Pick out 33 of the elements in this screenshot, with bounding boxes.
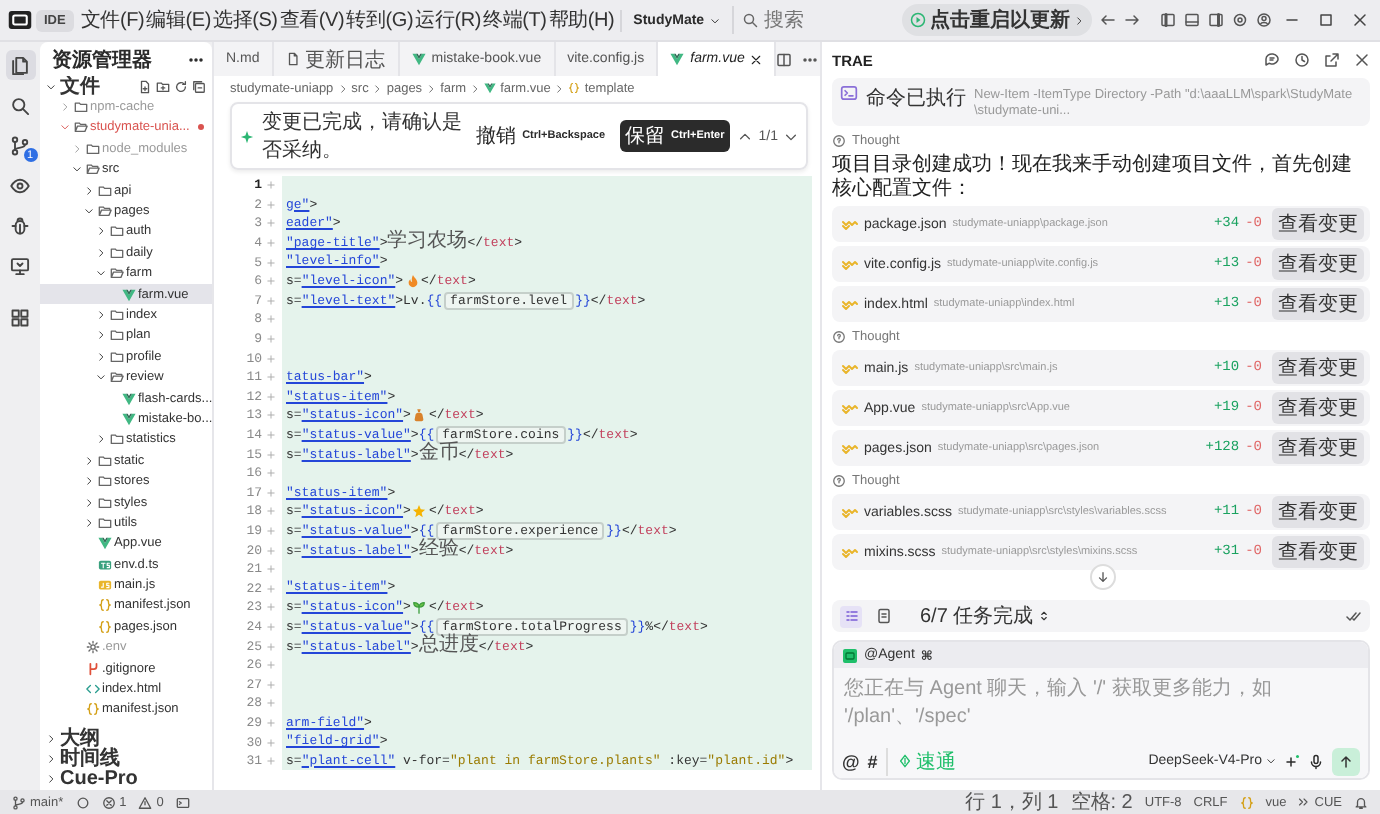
- review-message: 变更已完成，请确认是否采纳。: [262, 109, 463, 164]
- task-progress-dropdown[interactable]: 6/7 任务完成: [920, 602, 1050, 630]
- menu-item[interactable]: 查看(V): [278, 4, 346, 36]
- view-changes-button[interactable]: 查看变更: [1272, 288, 1364, 320]
- view-changes-button[interactable]: 查看变更: [1272, 208, 1364, 240]
- view-changes-button[interactable]: 查看变更: [1272, 432, 1364, 464]
- panel-title: 资源管理器: [52, 47, 152, 73]
- search-field[interactable]: 搜索: [764, 9, 837, 31]
- view-changes-button[interactable]: 查看变更: [1272, 536, 1364, 568]
- mention-button[interactable]: @: [842, 751, 860, 771]
- section-header[interactable]: 文件: [40, 76, 212, 97]
- view-changes-button[interactable]: 查看变更: [1272, 352, 1364, 384]
- menu-item[interactable]: 帮助(H): [547, 4, 616, 36]
- menu-item[interactable]: 终端(T): [482, 4, 548, 36]
- view-changes-button[interactable]: 查看变更: [1272, 392, 1364, 424]
- view-changes-button[interactable]: 查看变更: [1272, 248, 1364, 280]
- menu-item[interactable]: 编辑(E): [145, 4, 212, 36]
- menu-item[interactable]: 文件(F): [79, 4, 146, 36]
- view-changes-button[interactable]: 查看变更: [1272, 496, 1364, 528]
- command-status: 命令已执行: [866, 85, 966, 112]
- editor-tab[interactable]: 更新日志: [273, 42, 400, 76]
- section-header[interactable]: 时间线: [40, 748, 212, 770]
- assistant-message: 项目目录创建成功！现在我来手动创建项目文件，首先创建核心配置文件：: [832, 154, 1354, 202]
- topic-button[interactable]: #: [867, 751, 878, 771]
- cursor-position[interactable]: 行 1，列 1: [965, 788, 1059, 814]
- menu-item[interactable]: 选择(S): [211, 4, 279, 36]
- menu-item[interactable]: 运行(R): [414, 4, 482, 36]
- menu-item[interactable]: 转到(G): [345, 4, 415, 36]
- section-header[interactable]: Cue-Pro: [40, 769, 212, 790]
- chat-input[interactable]: 您正在与 Agent 聊天，输入 '/' 获取更多能力，如 '/plan'、'/spec': [834, 668, 1368, 744]
- section-header[interactable]: 大纲: [40, 727, 212, 749]
- update-button[interactable]: 点击重启以更新: [902, 4, 1092, 36]
- indentation[interactable]: 空格: 2: [1070, 788, 1133, 814]
